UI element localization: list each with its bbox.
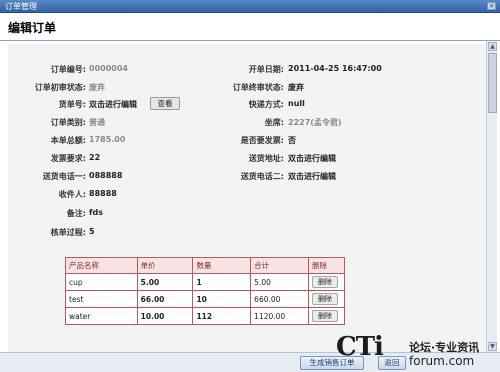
phone1-label: 送货电话一: bbox=[42, 172, 86, 181]
watermark-brand: CTi bbox=[336, 332, 384, 362]
address-field[interactable]: 双击进行编辑 bbox=[288, 153, 336, 164]
invoice-needed-label: 是否要发票: bbox=[240, 136, 284, 145]
scroll-up-icon[interactable]: ▲ bbox=[488, 42, 497, 51]
table-header-row: 产品名称 单价 数量 合计 删除 bbox=[65, 257, 345, 274]
open-date-value: 2011-04-25 16:47:00 bbox=[288, 64, 382, 73]
goods-no-field[interactable]: 双击进行编辑 bbox=[89, 99, 137, 110]
final-status-value: 废弃 bbox=[288, 83, 304, 92]
table-row: cup 5.00 1 5.00 删除 bbox=[65, 273, 345, 291]
column-header: 产品名称 bbox=[65, 257, 138, 274]
phone2-field[interactable]: 双击进行编辑 bbox=[288, 171, 336, 182]
product-name-cell: test bbox=[65, 290, 138, 308]
page-header: 编辑订单 bbox=[0, 13, 500, 41]
initial-status-label: 订单初审状态: bbox=[34, 83, 86, 92]
table-row: test 66.00 10 660.00 删除 bbox=[65, 290, 345, 308]
view-button[interactable]: 查看 bbox=[150, 97, 180, 110]
quantity-cell[interactable]: 1 bbox=[192, 273, 252, 291]
initial-status-value: 废弃 bbox=[89, 83, 105, 92]
watermark-url: forum.com bbox=[409, 354, 475, 368]
watermark-tagline: 论坛·专业资讯 bbox=[409, 341, 480, 354]
goods-no-label: 货单号: bbox=[58, 100, 86, 109]
column-header: 数量 bbox=[192, 257, 252, 274]
scroll-thumb[interactable] bbox=[488, 53, 497, 113]
delete-cell: 删除 bbox=[308, 273, 345, 291]
express-label: 快递方式: bbox=[248, 100, 284, 109]
order-type-label: 订单类别: bbox=[50, 118, 86, 127]
receiver-label: 收件人: bbox=[58, 190, 86, 199]
order-no-value: 0000004 bbox=[89, 64, 128, 73]
open-date-label: 开单日期: bbox=[248, 65, 284, 74]
window-title: 订单管理 bbox=[5, 2, 37, 11]
vertical-scrollbar[interactable]: ▲ ▼ bbox=[486, 41, 497, 352]
window-titlebar: 订单管理 × bbox=[0, 0, 500, 13]
delete-button[interactable]: 删除 bbox=[312, 276, 338, 288]
page-title: 编辑订单 bbox=[8, 21, 57, 35]
remark-label: 备注: bbox=[66, 209, 86, 218]
watermark-logo: CTi 论坛·专业资讯 forum.com bbox=[336, 332, 500, 372]
receiver-value[interactable]: 88888 bbox=[89, 189, 117, 198]
final-status-label: 订单终审状态: bbox=[232, 83, 284, 92]
process-value[interactable]: 5 bbox=[89, 227, 95, 236]
total-value: 1785.00 bbox=[89, 135, 126, 144]
remark-value[interactable]: fds bbox=[89, 208, 103, 217]
price-cell[interactable]: 66.00 bbox=[136, 290, 194, 308]
column-header: 合计 bbox=[250, 257, 309, 274]
process-label: 核单过程: bbox=[50, 228, 86, 237]
express-value[interactable]: null bbox=[288, 99, 305, 108]
delete-button[interactable]: 删除 bbox=[312, 293, 338, 305]
table-row: water 10.00 112 1120.00 删除 bbox=[65, 307, 345, 325]
price-cell[interactable]: 5.00 bbox=[136, 273, 194, 291]
total-label: 本单总额: bbox=[50, 136, 86, 145]
order-items-table: 产品名称 单价 数量 合计 删除 cup 5.00 1 5.00 删除 test… bbox=[65, 257, 345, 325]
order-no-label: 订单编号: bbox=[50, 65, 86, 74]
shipping-req-value[interactable]: 22 bbox=[89, 153, 100, 162]
invoice-needed-value[interactable]: 否 bbox=[288, 135, 296, 146]
warehouse-label: 坐席: bbox=[264, 118, 284, 127]
line-total-cell: 5.00 bbox=[250, 273, 309, 291]
product-name-cell: cup bbox=[65, 273, 138, 291]
delete-cell: 删除 bbox=[308, 290, 345, 308]
delete-cell: 删除 bbox=[308, 307, 345, 325]
product-name-cell: water bbox=[65, 307, 138, 325]
phone1-value[interactable]: 088888 bbox=[89, 171, 122, 180]
line-total-cell: 660.00 bbox=[250, 290, 309, 308]
address-label: 送货地址: bbox=[248, 154, 284, 163]
quantity-cell[interactable]: 10 bbox=[192, 290, 252, 308]
column-header: 单价 bbox=[136, 257, 194, 274]
order-type-value: 普通 bbox=[89, 118, 105, 127]
price-cell[interactable]: 10.00 bbox=[136, 307, 194, 325]
quantity-cell[interactable]: 112 bbox=[192, 307, 252, 325]
phone2-label: 送货电话二: bbox=[240, 172, 284, 181]
shipping-req-label: 发票要求: bbox=[50, 154, 86, 163]
line-total-cell: 1120.00 bbox=[250, 307, 309, 325]
column-header: 删除 bbox=[308, 257, 345, 274]
delete-button[interactable]: 删除 bbox=[312, 310, 338, 322]
warehouse-value: 2227(孟令君) bbox=[288, 118, 342, 127]
close-icon[interactable]: × bbox=[487, 2, 496, 10]
